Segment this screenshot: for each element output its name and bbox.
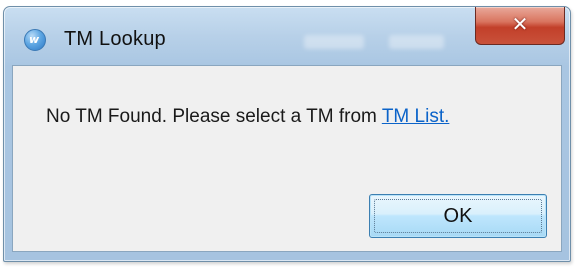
close-button[interactable]: ✕: [475, 7, 565, 45]
title-bar[interactable]: w TM Lookup ✕: [4, 7, 570, 59]
ok-button-label: OK: [443, 205, 473, 227]
w-logo-icon: w: [24, 29, 46, 51]
tm-list-link[interactable]: TM List.: [382, 106, 450, 127]
close-icon: ✕: [511, 12, 529, 36]
titlebar-glass-reflection: [304, 35, 364, 49]
titlebar-glass-reflection: [389, 35, 444, 49]
ok-button[interactable]: OK: [369, 194, 547, 238]
dialog-body: No TM Found. Please select a TM from TM …: [12, 65, 562, 252]
dialog-window: w TM Lookup ✕ No TM Found. Please select…: [3, 6, 571, 262]
window-title: TM Lookup: [64, 28, 166, 50]
message-text: No TM Found. Please select a TM from TM …: [46, 106, 449, 128]
message-label: No TM Found. Please select a TM from: [46, 106, 382, 127]
